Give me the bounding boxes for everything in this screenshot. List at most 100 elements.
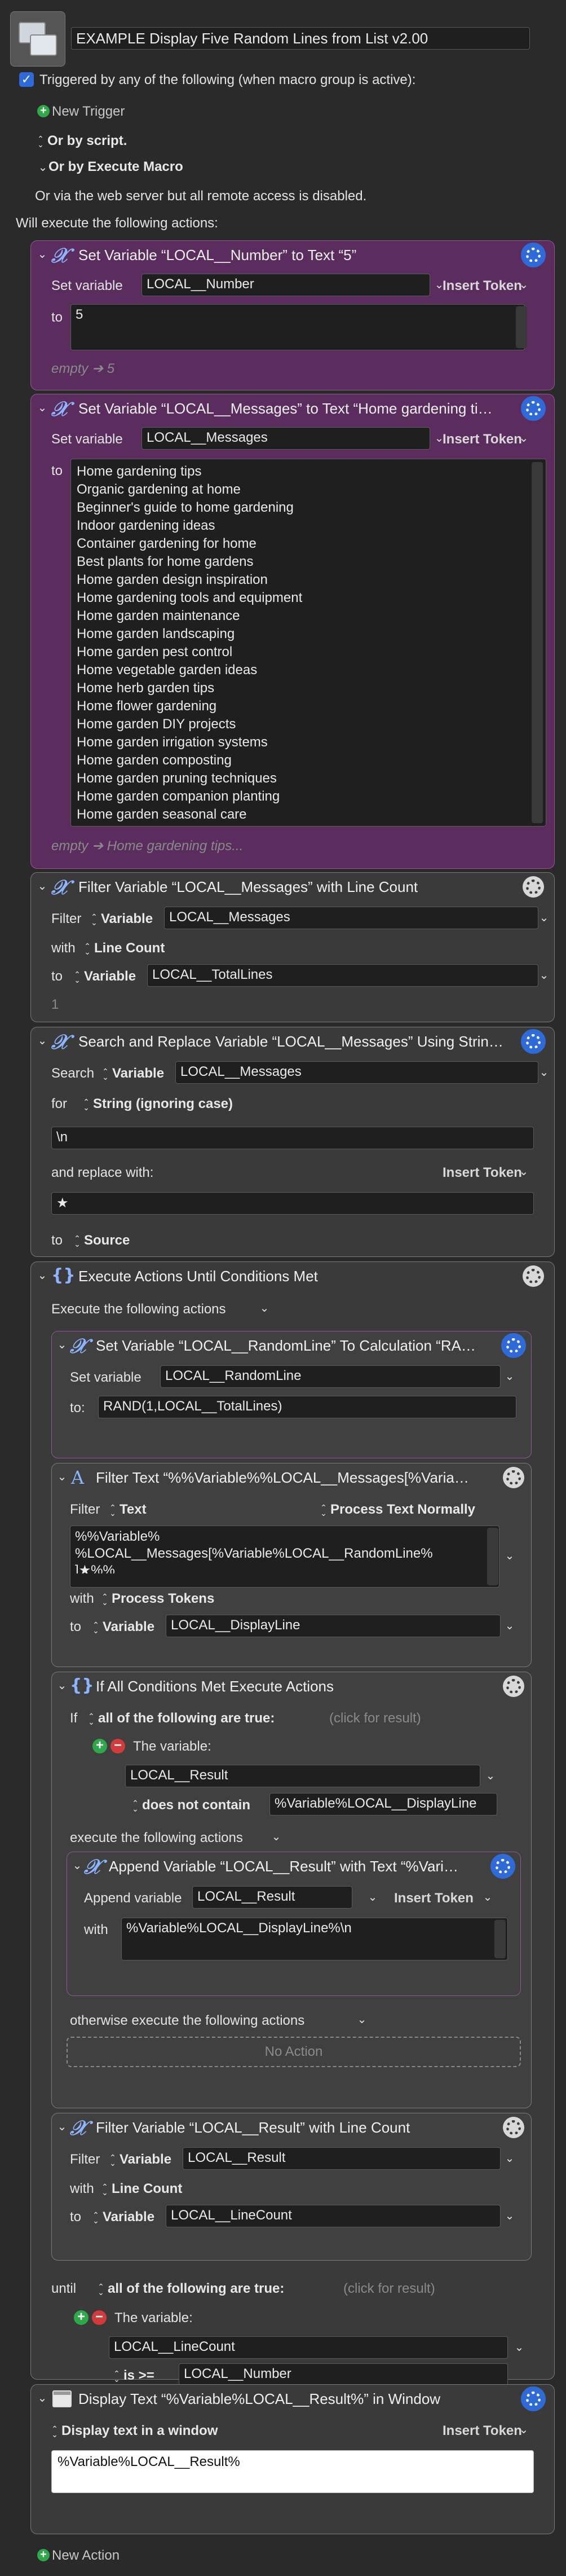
action-set-variable-randomline[interactable]: ⌄ 𝒳 Set Variable “LOCAL__RandomLine” To …	[51, 1331, 532, 1458]
calculation-field[interactable]: RAND(1,LOCAL__TotalLines)	[98, 1396, 516, 1418]
search-variable-field[interactable]: LOCAL__Messages	[175, 1061, 538, 1084]
text-dropdown-icon[interactable]: ⌄	[503, 1549, 516, 1563]
gear-icon[interactable]	[503, 1467, 524, 1488]
click-for-result[interactable]: (click for result)	[343, 2281, 435, 2297]
to-mode-popup[interactable]: ⌃ ⌄ Source	[74, 1233, 130, 1249]
gear-icon[interactable]	[523, 1031, 544, 1052]
variable-name-field[interactable]: LOCAL__Result	[192, 1886, 352, 1909]
insert-token-button[interactable]: Insert Token	[443, 1165, 522, 1181]
collapse-chevron-icon[interactable]: ⌄	[36, 880, 49, 893]
variable-dropdown-icon[interactable]: ⌄	[503, 1619, 516, 1633]
new-trigger-plus-icon[interactable]: +	[37, 105, 50, 117]
filter-variable-field[interactable]: LOCAL__Messages	[164, 907, 538, 929]
to-source-popup[interactable]: ⌃ ⌄ Variable	[92, 1619, 154, 1635]
scrollbar[interactable]	[494, 1920, 506, 1958]
gear-icon[interactable]	[503, 1335, 524, 1356]
filter-source-popup[interactable]: ⌃ ⌄ Variable	[91, 911, 153, 927]
execute-chevron-icon[interactable]: ⌄	[258, 1302, 271, 1315]
display-text-field[interactable]: %Variable%LOCAL__Result%	[51, 2450, 534, 2493]
search-source-popup[interactable]: ⌃ ⌄ Variable	[102, 1066, 164, 1082]
variable-dropdown-icon[interactable]: ⌄	[503, 2152, 516, 2165]
new-action-button[interactable]: New Action	[52, 2548, 120, 2564]
add-condition-icon[interactable]: +	[92, 1739, 107, 1753]
variable-dropdown-icon[interactable]: ⌄	[512, 2341, 526, 2354]
until-match-popup[interactable]: ⌃ ⌄ all of the following are true:	[98, 2281, 284, 2297]
condition-op-popup[interactable]: ⌃ ⌄ is >=	[113, 2368, 154, 2384]
condition-variable-field[interactable]: LOCAL__LineCount	[109, 2336, 508, 2359]
new-trigger-button[interactable]: New Trigger	[52, 104, 125, 120]
action-if-all-conditions[interactable]: ⌄ {} If All Conditions Met Execute Actio…	[51, 1672, 532, 2108]
gear-icon[interactable]	[503, 1676, 524, 1697]
process-mode-popup[interactable]: ⌃ ⌄ Process Text Normally	[320, 1502, 475, 1518]
or-by-execute-button[interactable]: ⌄Or by Execute Macro	[37, 159, 183, 175]
action-set-variable-messages[interactable]: ⌄ 𝒳 Set Variable “LOCAL__Messages” to Te…	[30, 394, 555, 869]
collapse-chevron-icon[interactable]: ⌄	[36, 1034, 49, 1048]
variable-name-field[interactable]: LOCAL__RandomLine	[160, 1365, 501, 1388]
action-append-variable[interactable]: ⌄ 𝒳 Append Variable “LOCAL__Result” with…	[67, 1852, 521, 1996]
collapse-chevron-icon[interactable]: ⌄	[36, 1269, 49, 1282]
insert-token-button[interactable]: Insert Token	[443, 278, 522, 294]
scrollbar[interactable]	[532, 462, 543, 823]
variable-dropdown-icon[interactable]: ⌄	[503, 1370, 516, 1383]
otherwise-chevron-icon[interactable]: ⌄	[355, 2013, 369, 2026]
action-search-replace[interactable]: ⌄ 𝒳 Search and Replace Variable “LOCAL__…	[30, 1027, 555, 1257]
macro-name-field[interactable]: EXAMPLE Display Five Random Lines from L…	[71, 27, 530, 50]
filter-variable-field[interactable]: LOCAL__Result	[183, 2147, 501, 2170]
variable-dropdown-icon[interactable]: ⌄	[503, 2209, 516, 2223]
collapse-chevron-icon[interactable]: ⌄	[55, 1338, 69, 1352]
click-for-result[interactable]: (click for result)	[329, 1711, 421, 1726]
with-popup[interactable]: ⌃ ⌄ Process Tokens	[101, 1591, 214, 1607]
scrollbar[interactable]	[487, 1528, 498, 1585]
collapse-chevron-icon[interactable]: ⌄	[55, 1470, 69, 1484]
variable-dropdown-icon[interactable]: ⌄	[366, 1891, 379, 1904]
to-source-popup[interactable]: ⌃ ⌄ Variable	[92, 2209, 154, 2225]
filter-text-field[interactable]: %%Variable% %LOCAL__Messages[%Variable%L…	[70, 1526, 499, 1588]
for-mode-popup[interactable]: ⌃ ⌄ String (ignoring case)	[83, 1096, 233, 1112]
condition-op-popup[interactable]: ⌃ ⌄ does not contain	[132, 1797, 250, 1813]
action-filter-messages-line-count[interactable]: ⌄ 𝒳 Filter Variable “LOCAL__Messages” wi…	[30, 872, 555, 1022]
collapse-chevron-icon[interactable]: ⌄	[36, 2392, 49, 2405]
replace-text-field[interactable]: ★	[51, 1192, 534, 1215]
to-variable-field[interactable]: LOCAL__TotalLines	[147, 964, 538, 987]
insert-token-button[interactable]: Insert Token	[443, 2423, 522, 2439]
action-filter-text[interactable]: ⌄ A Filter Text “%%Variable%%LOCAL__Mess…	[51, 1463, 532, 1667]
gear-icon[interactable]	[523, 1265, 544, 1287]
collapse-chevron-icon[interactable]: ⌄	[36, 401, 49, 415]
text-field[interactable]: %Variable%LOCAL__DisplayLine%\n	[121, 1918, 508, 1960]
collapse-chevron-icon[interactable]: ⌄	[36, 248, 49, 261]
scrollbar[interactable]	[516, 306, 527, 348]
filter-source-popup[interactable]: ⌃ ⌄ Variable	[109, 2152, 171, 2168]
with-popup[interactable]: ⌃ ⌄ Line Count	[84, 940, 165, 956]
triggered-checkbox[interactable]: ✓	[19, 72, 34, 87]
variable-dropdown-icon[interactable]: ⌄	[537, 911, 551, 925]
to-source-popup[interactable]: ⌃ ⌄ Variable	[74, 969, 136, 984]
with-popup[interactable]: ⌃ ⌄ Line Count	[101, 2181, 182, 2197]
variable-dropdown-icon[interactable]: ⌄	[537, 1066, 551, 1079]
filter-source-popup[interactable]: ⌃ ⌄ Text	[109, 1502, 146, 1518]
search-text-field[interactable]: \n	[51, 1127, 534, 1149]
display-mode-popup[interactable]: ⌃ ⌄ Display text in a window	[51, 2423, 218, 2439]
gear-icon[interactable]	[523, 876, 544, 898]
action-set-variable-number[interactable]: ⌄ 𝒳 Set Variable “LOCAL__Number” to Text…	[30, 240, 555, 390]
variable-dropdown-icon[interactable]: ⌄	[537, 969, 551, 982]
remove-condition-icon[interactable]: −	[110, 1739, 125, 1753]
collapse-chevron-icon[interactable]: ⌄	[55, 1679, 69, 1693]
action-filter-result-line-count[interactable]: ⌄ 𝒳 Filter Variable “LOCAL__Result” with…	[51, 2113, 532, 2261]
text-field[interactable]: Home gardening tips Organic gardening at …	[70, 459, 546, 827]
condition-value-field[interactable]: LOCAL__Number	[179, 2363, 508, 2386]
gear-icon[interactable]	[523, 2388, 544, 2410]
execute-chevron-icon[interactable]: ⌄	[269, 1830, 283, 1844]
gear-icon[interactable]	[503, 2117, 524, 2138]
to-variable-field[interactable]: LOCAL__DisplayLine	[166, 1615, 501, 1637]
to-variable-field[interactable]: LOCAL__LineCount	[166, 2205, 501, 2227]
if-match-popup[interactable]: ⌃ ⌄ all of the following are true:	[88, 1711, 275, 1726]
action-execute-until[interactable]: ⌄ {} Execute Actions Until Conditions Me…	[30, 1261, 555, 2386]
add-condition-icon[interactable]: +	[74, 2310, 89, 2325]
text-field[interactable]: 5	[70, 304, 525, 350]
variable-name-field[interactable]: LOCAL__Messages	[142, 427, 430, 450]
no-action-box[interactable]: No Action	[67, 2037, 521, 2067]
gear-icon[interactable]	[523, 398, 544, 419]
collapse-chevron-icon[interactable]: ⌄	[55, 2120, 69, 2134]
action-display-text[interactable]: ⌄ Display Text “%Variable%LOCAL__Result%…	[30, 2384, 555, 2534]
insert-token-button[interactable]: Insert Token	[443, 432, 522, 447]
